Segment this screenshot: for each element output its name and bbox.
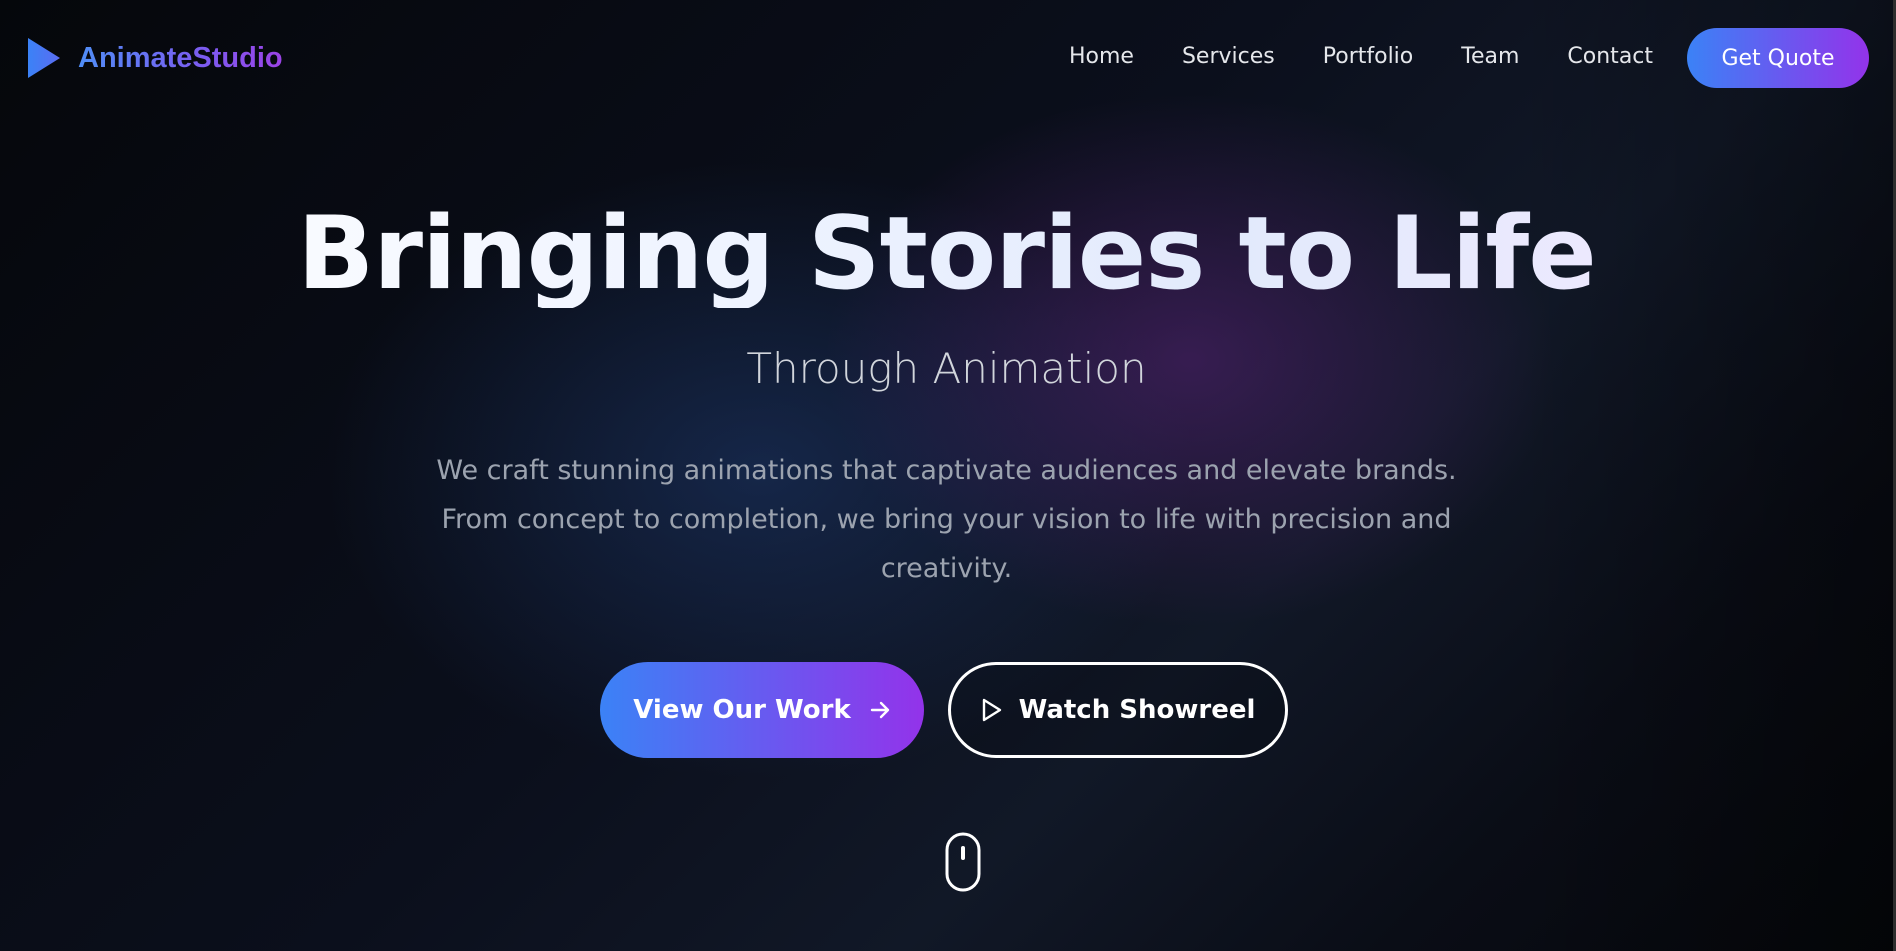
nav-item-portfolio[interactable]: Portfolio — [1323, 44, 1414, 69]
nav-item-team[interactable]: Team — [1461, 44, 1519, 69]
hero-description: We craft stunning animations that captiv… — [436, 455, 1457, 584]
play-triangle-icon — [28, 38, 60, 78]
hero-subtitle: Through Animation — [746, 344, 1147, 393]
nav-item-home[interactable]: Home — [1069, 44, 1134, 69]
arrow-right-icon — [870, 701, 889, 719]
nav-menu: Home Services Portfolio Team Contact — [1069, 44, 1701, 69]
get-quote-button[interactable]: Get Quote — [1687, 28, 1869, 88]
brand-logo-link[interactable]: AnimateStudio — [26, 36, 283, 80]
view-our-work-label: View Our Work — [633, 695, 851, 725]
top-navigation: AnimateStudio Home Services Portfolio Te… — [0, 0, 1893, 118]
hero-title: Bringing Stories to Life — [0, 198, 1893, 308]
watch-showreel-button[interactable]: Watch Showreel — [948, 662, 1288, 758]
nav-item-services[interactable]: Services — [1182, 44, 1275, 69]
play-outline-icon — [982, 698, 1001, 722]
view-our-work-button[interactable]: View Our Work — [600, 662, 924, 758]
nav-item-contact[interactable]: Contact — [1567, 44, 1653, 69]
mouse-scroll-icon[interactable] — [945, 832, 981, 892]
brand-name: AnimateStudio — [78, 41, 283, 74]
watch-showreel-label: Watch Showreel — [1018, 695, 1256, 725]
